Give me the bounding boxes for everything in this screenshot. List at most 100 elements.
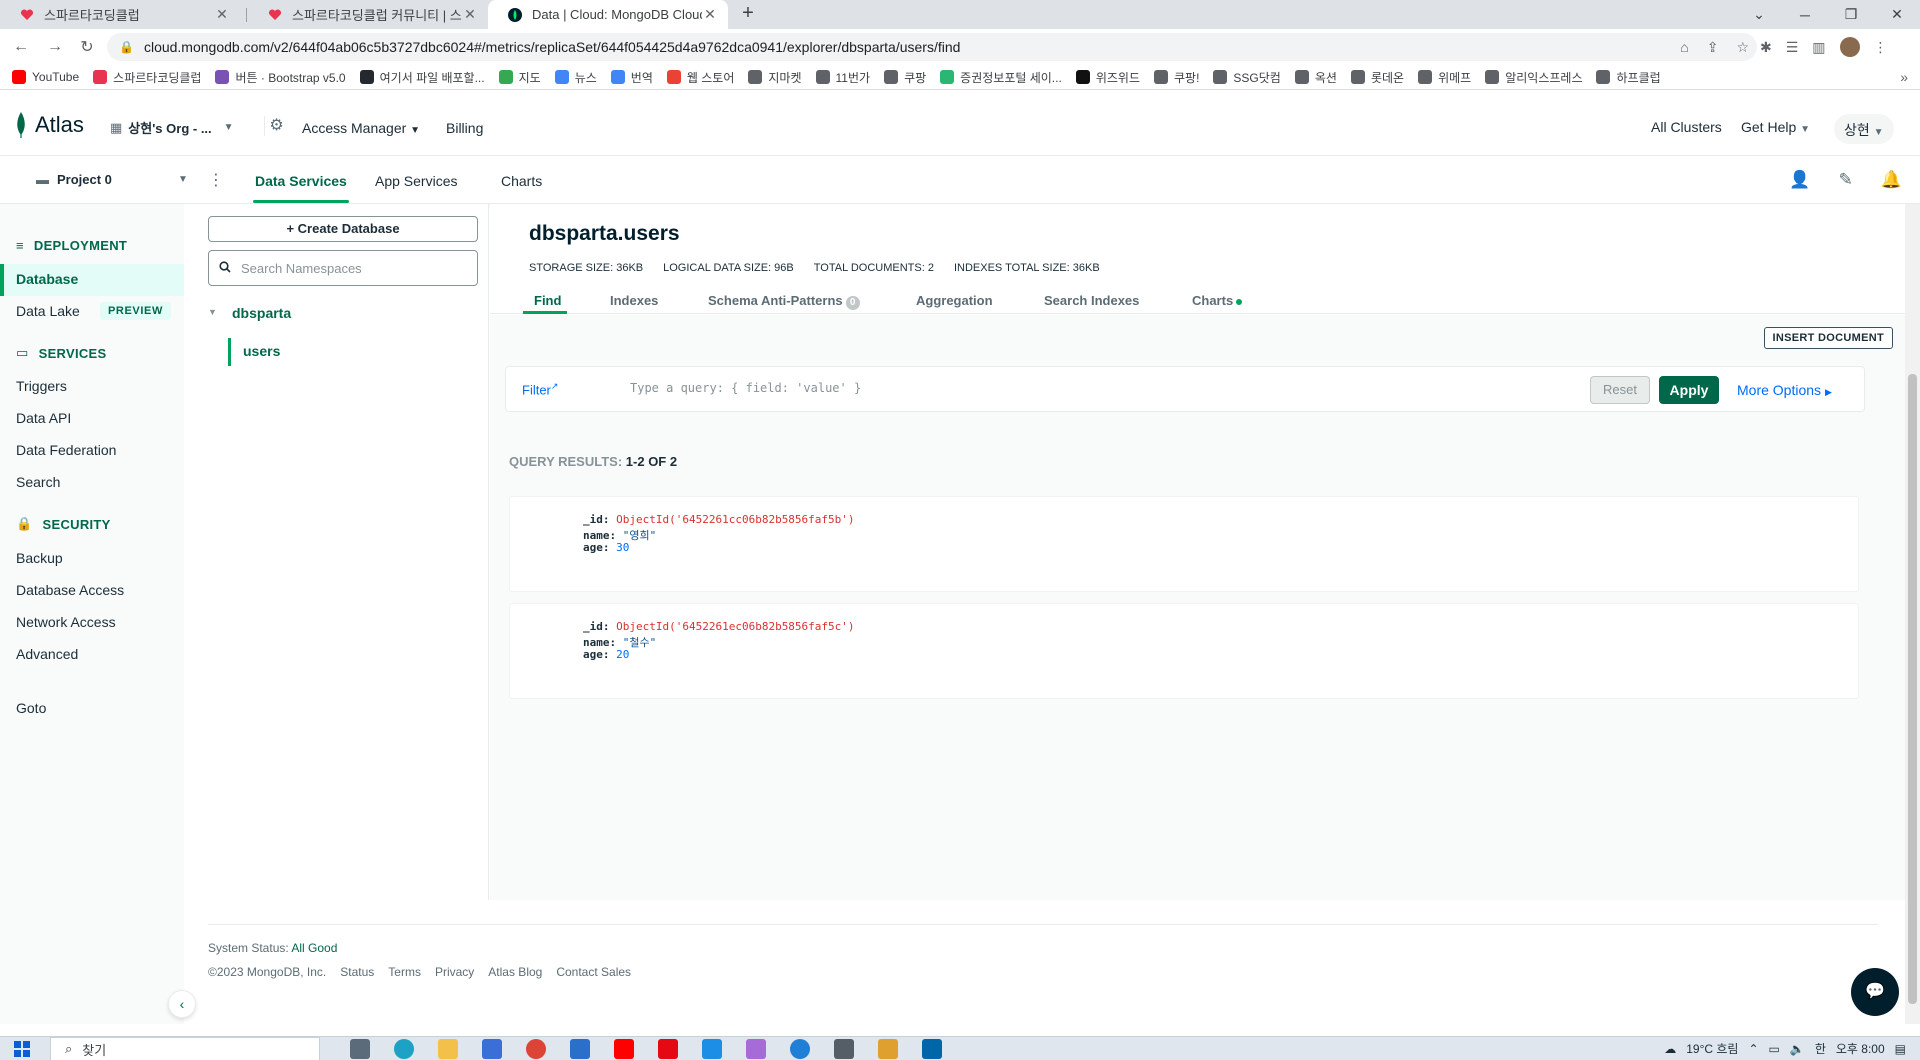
- network-icon[interactable]: ▭: [1769, 1042, 1780, 1056]
- internet-explorer-icon[interactable]: [790, 1039, 810, 1059]
- bookmark-item[interactable]: 위즈위드: [1075, 69, 1140, 86]
- bookmark-item[interactable]: 옥션: [1294, 69, 1337, 86]
- footer-link-atlas-blog[interactable]: Atlas Blog: [488, 965, 542, 979]
- status-value[interactable]: All Good: [291, 941, 337, 955]
- document-card[interactable]: _id: ObjectId('6452261cc06b82b5856faf5b'…: [509, 496, 1859, 592]
- profile-avatar[interactable]: [1839, 37, 1860, 57]
- minimize-button[interactable]: ─: [1782, 0, 1828, 29]
- bookmark-item[interactable]: 쿠팡!: [1154, 69, 1199, 86]
- access-manager-menu[interactable]: Access Manager ▼: [302, 120, 420, 136]
- document-card[interactable]: _id: ObjectId('6452261ec06b82b5856faf5c'…: [509, 603, 1859, 699]
- bookmark-item[interactable]: 하프클럽: [1596, 69, 1661, 86]
- tab-charts[interactable]: Charts: [1192, 293, 1243, 308]
- youtube-icon[interactable]: [614, 1039, 634, 1059]
- bookmark-item[interactable]: 지도: [498, 69, 541, 86]
- more-bookmarks-icon[interactable]: »: [1900, 69, 1908, 85]
- bell-icon[interactable]: 🔔: [1881, 170, 1902, 190]
- windows-start-icon[interactable]: [14, 1041, 30, 1057]
- file-explorer-icon[interactable]: [438, 1039, 458, 1059]
- app-icon[interactable]: [746, 1039, 766, 1059]
- side-panel-icon[interactable]: ▥: [1812, 39, 1825, 56]
- sidebar-item-goto[interactable]: Goto: [16, 700, 46, 716]
- browser-menu-icon[interactable]: ⋮: [1874, 39, 1888, 56]
- atlas-logo[interactable]: Atlas: [15, 112, 84, 138]
- caret-down-icon[interactable]: ▼: [208, 307, 217, 317]
- sidebar-item-database[interactable]: Database: [16, 271, 78, 287]
- close-tab-icon[interactable]: ✕: [702, 6, 718, 23]
- insert-document-button[interactable]: INSERT DOCUMENT: [1763, 327, 1893, 349]
- calculator-icon[interactable]: [834, 1039, 854, 1059]
- bookmark-item[interactable]: 증권정보포털 세이...: [940, 69, 1062, 86]
- sidebar-item-backup[interactable]: Backup: [16, 550, 63, 566]
- back-icon[interactable]: ←: [6, 32, 36, 62]
- clock[interactable]: 오후 8:00: [1836, 1040, 1885, 1057]
- bookmark-item[interactable]: 지마켓: [748, 69, 802, 86]
- bookmark-item[interactable]: SSG닷컴: [1213, 69, 1281, 86]
- translate-icon[interactable]: ⌂: [1680, 39, 1688, 55]
- tab-app-services[interactable]: App Services: [375, 173, 457, 189]
- bookmark-item[interactable]: 롯데온: [1350, 69, 1404, 86]
- reading-list-icon[interactable]: ☰: [1786, 39, 1799, 56]
- taskbar-search[interactable]: ⌕ 찾기: [50, 1037, 320, 1060]
- sidebar-item-advanced[interactable]: Advanced: [16, 646, 78, 662]
- store-icon[interactable]: [482, 1039, 502, 1059]
- share-icon[interactable]: ⇪: [1707, 39, 1719, 56]
- reload-icon[interactable]: ↻: [72, 32, 102, 62]
- forward-icon[interactable]: →: [40, 32, 70, 62]
- close-window-button[interactable]: ✕: [1874, 0, 1920, 29]
- filter-link[interactable]: Filter↗: [522, 381, 558, 397]
- org-selector[interactable]: ▦ 상현's Org - ... ▼: [110, 118, 234, 137]
- search-namespaces-input[interactable]: Search Namespaces: [208, 250, 478, 286]
- apply-button[interactable]: Apply: [1659, 376, 1719, 404]
- bookmark-item[interactable]: YouTube: [12, 70, 79, 84]
- bookmark-item[interactable]: 알리익스프레스: [1485, 69, 1582, 86]
- bookmark-star-icon[interactable]: ☆: [1736, 39, 1749, 56]
- bookmark-item[interactable]: 11번가: [815, 69, 870, 86]
- bookmark-item[interactable]: 쿠팡: [884, 69, 926, 86]
- project-selector[interactable]: ▬ Project 0 ▼: [36, 172, 188, 187]
- reset-button[interactable]: Reset: [1590, 376, 1650, 404]
- footer-link-status[interactable]: Status: [340, 965, 374, 979]
- extensions-icon[interactable]: ✱: [1760, 39, 1772, 56]
- close-tab-icon[interactable]: ✕: [214, 6, 230, 23]
- bookmark-item[interactable]: 웹 스토어: [666, 69, 734, 86]
- new-tab-button[interactable]: +: [738, 0, 758, 29]
- bookmark-item[interactable]: 스파르타코딩클럽: [93, 69, 201, 86]
- tab-schema-anti-patterns[interactable]: Schema Anti-Patterns 0: [708, 293, 860, 310]
- mail-icon[interactable]: [570, 1039, 590, 1059]
- tab-aggregation[interactable]: Aggregation: [916, 293, 993, 308]
- sidebar-item-triggers[interactable]: Triggers: [16, 378, 67, 394]
- browser-tab-active[interactable]: Data | Cloud: MongoDB Cloud ✕: [488, 0, 728, 29]
- bookmark-item[interactable]: 위메프: [1418, 69, 1471, 86]
- sidebar-item-data-lake[interactable]: Data Lake: [16, 303, 80, 319]
- get-help-menu[interactable]: Get Help ▼: [1741, 119, 1810, 135]
- collapse-sidebar-button[interactable]: ‹: [168, 990, 196, 1018]
- bookmark-item[interactable]: 번역: [610, 69, 653, 86]
- activity-icon[interactable]: ✎: [1839, 170, 1853, 190]
- footer-link-terms[interactable]: Terms: [388, 965, 421, 979]
- gear-icon[interactable]: ⚙: [264, 116, 284, 136]
- all-clusters-link[interactable]: All Clusters: [1651, 119, 1722, 135]
- tab-find[interactable]: Find: [534, 293, 561, 308]
- weather-text[interactable]: 19°C 흐림: [1686, 1040, 1738, 1057]
- tab-data-services[interactable]: Data Services: [255, 173, 347, 189]
- notification-icon[interactable]: ▤: [1895, 1042, 1906, 1056]
- volume-icon[interactable]: 🔈: [1790, 1042, 1805, 1056]
- bookmark-item[interactable]: 버튼 · Bootstrap v5.0: [215, 69, 346, 86]
- tab-search-icon[interactable]: ⌄: [1736, 0, 1782, 29]
- scrollbar-thumb[interactable]: [1908, 374, 1917, 1004]
- user-menu[interactable]: 상현 ▼: [1834, 114, 1894, 144]
- invite-user-icon[interactable]: 👤: [1789, 170, 1810, 190]
- sidebar-item-search[interactable]: Search: [16, 474, 60, 490]
- footer-link-contact-sales[interactable]: Contact Sales: [556, 965, 631, 979]
- bookmark-item[interactable]: 뉴스: [554, 69, 597, 86]
- sidebar-item-network-access[interactable]: Network Access: [16, 614, 116, 630]
- project-options-icon[interactable]: ⋮: [208, 170, 224, 190]
- sidebar-item-data-api[interactable]: Data API: [16, 410, 71, 426]
- netflix-icon[interactable]: [658, 1039, 678, 1059]
- tab-search-indexes[interactable]: Search Indexes: [1044, 293, 1139, 308]
- restore-button[interactable]: ❐: [1828, 0, 1874, 29]
- bookmark-item[interactable]: 여기서 파일 배포할...: [359, 69, 485, 86]
- url-bar[interactable]: 🔒 cloud.mongodb.com/v2/644f04ab06c5b3727…: [107, 33, 1757, 61]
- tab-charts[interactable]: Charts: [501, 173, 542, 189]
